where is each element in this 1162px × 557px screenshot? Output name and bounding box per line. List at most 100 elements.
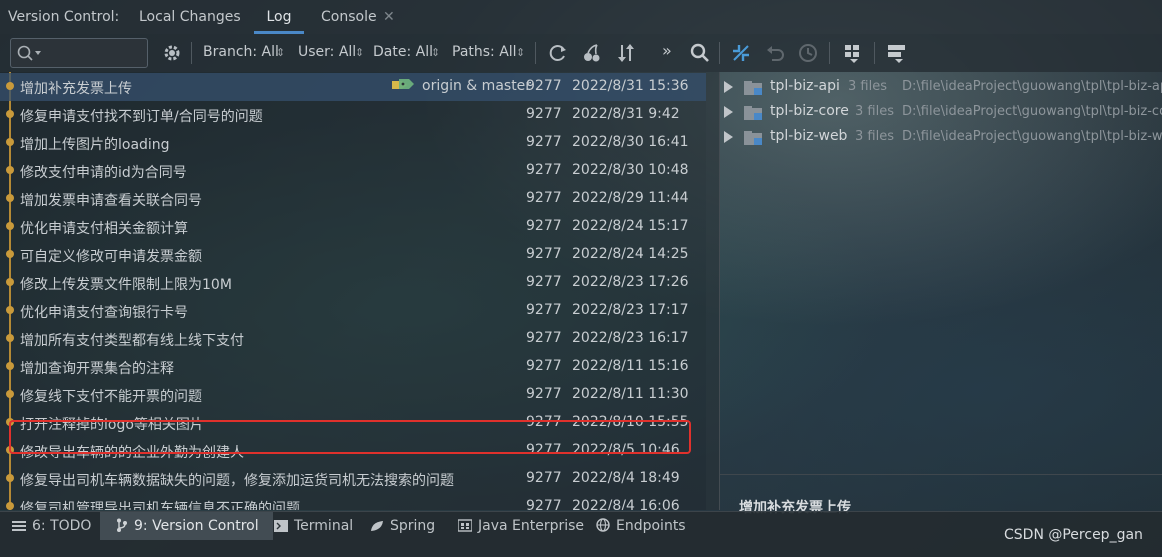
watermark-text: CSDN @Percep_gan — [1004, 527, 1143, 543]
module-path: D:\file\ideaProject\guowang\tpl\tpl-biz-… — [902, 104, 1162, 119]
todo-list-icon — [12, 521, 26, 531]
commit-log-list[interactable]: 增加补充发票上传 origin & master 9277 2022/8/31 … — [0, 72, 706, 510]
commit-subject: 修改支付申请的id为合同号 — [20, 165, 187, 181]
tree-item-module[interactable]: tpl-biz-core 3 files D:\file\ideaProject… — [720, 100, 1162, 125]
branch-refs-label: origin & master — [422, 78, 532, 94]
tree-item-module[interactable]: tpl-biz-web 3 files D:\file\ideaProject\… — [720, 125, 1162, 150]
commit-date: 2022/8/30 10:48 — [572, 162, 689, 178]
commit-row[interactable]: 修改上传发票文件限制上限为10M 9277 2022/8/23 17:26 — [0, 269, 706, 297]
commit-subject: 可自定义修改可申请发票金额 — [20, 249, 202, 265]
annotation-highlight-box — [9, 420, 691, 454]
commit-date: 2022/8/23 16:17 — [572, 330, 689, 346]
commit-graph-node — [6, 334, 14, 342]
commit-graph-node — [6, 138, 14, 146]
commit-graph-node — [6, 166, 14, 174]
commit-row[interactable]: 修复申请支付找不到订单/合同号的问题 9277 2022/8/31 9:42 — [0, 101, 706, 129]
details-separator[interactable] — [720, 474, 1162, 475]
module-path: D:\file\ideaProject\guowang\tpl\tpl-biz-… — [902, 129, 1162, 144]
refresh-icon[interactable] — [547, 42, 569, 64]
branch-filter[interactable]: Branch: All — [203, 44, 279, 60]
tool-window-bar: 6: TODO 9: Version Control Terminal Spri… — [0, 511, 1162, 557]
changed-files-tree[interactable]: tpl-biz-api 3 files D:\file\ideaProject\… — [720, 72, 1162, 472]
commit-graph-node — [6, 278, 14, 286]
commit-graph-node — [6, 390, 14, 398]
commit-date: 2022/8/31 9:42 — [572, 106, 680, 122]
commit-author: 9277 — [526, 470, 562, 486]
commit-row[interactable]: 优化申请支付相关金额计算 9277 2022/8/24 15:17 — [0, 213, 706, 241]
commit-date: 2022/8/29 11:44 — [572, 190, 689, 206]
terminal-tool-button[interactable]: Terminal — [274, 512, 353, 540]
search-icon — [17, 45, 41, 61]
tab-console[interactable]: Console — [321, 0, 377, 34]
module-folder-icon — [744, 106, 762, 120]
commit-graph-node — [6, 110, 14, 118]
commit-graph-node — [6, 502, 14, 510]
commit-row[interactable]: 增加补充发票上传 origin & master 9277 2022/8/31 … — [0, 73, 706, 101]
commit-row[interactable]: 增加发票申请查看关联合同号 9277 2022/8/29 11:44 — [0, 185, 706, 213]
commit-date: 2022/8/23 17:26 — [572, 274, 689, 290]
commit-row[interactable]: 优化申请支付查询银行卡号 9277 2022/8/23 17:17 — [0, 297, 706, 325]
chevron-up-down-icon: ⇕ — [431, 46, 441, 59]
commit-row[interactable]: 修复导出司机车辆数据缺失的问题，修复添加运货司机无法搜索的问题 9277 202… — [0, 465, 706, 493]
commit-subject: 增加发票申请查看关联合同号 — [20, 193, 202, 209]
chevron-up-down-icon: ⇕ — [355, 46, 365, 59]
paths-filter[interactable]: Paths: All — [452, 44, 517, 60]
tab-local-changes[interactable]: Local Changes — [139, 0, 241, 34]
commit-row[interactable]: 修复司机管理导出司机车辆信息不正确的问题 9277 2022/8/4 16:06 — [0, 493, 706, 510]
commit-row[interactable]: 增加上传图片的loading 9277 2022/8/30 16:41 — [0, 129, 706, 157]
file-count: 3 files — [855, 104, 894, 119]
module-folder-icon — [744, 81, 762, 95]
spring-tool-label: Spring — [390, 518, 436, 534]
search-input[interactable] — [10, 38, 148, 68]
expand-arrow-icon[interactable] — [724, 81, 733, 93]
commit-list-scrollbar[interactable] — [706, 72, 720, 510]
gear-icon[interactable] — [161, 42, 183, 64]
show-diff-icon[interactable] — [730, 42, 752, 64]
commit-graph-node — [6, 82, 14, 90]
commit-subject: 修复申请支付找不到订单/合同号的问题 — [20, 109, 263, 125]
commit-date: 2022/8/4 18:49 — [572, 470, 680, 486]
close-icon[interactable]: ✕ — [383, 9, 395, 25]
log-toolbar: Branch: All ⇕ User: All ⇕ Date: All ⇕ Pa… — [0, 34, 1162, 72]
date-filter[interactable]: Date: All — [373, 44, 433, 60]
commit-author: 9277 — [526, 190, 562, 206]
cherry-pick-icon[interactable] — [581, 42, 603, 64]
version-control-icon — [117, 518, 127, 532]
commit-author: 9277 — [526, 134, 562, 150]
history-icon — [799, 44, 817, 62]
tool-window-tab-bar: Version Control: Local Changes Log Conso… — [0, 0, 1162, 34]
commit-date: 2022/8/24 15:17 — [572, 218, 689, 234]
spring-leaf-icon — [371, 521, 383, 531]
commit-graph-node — [6, 222, 14, 230]
commit-row[interactable]: 增加查询开票集合的注释 9277 2022/8/11 15:16 — [0, 353, 706, 381]
commit-graph-node — [6, 362, 14, 370]
layout-icon[interactable] — [886, 42, 908, 64]
commit-row[interactable]: 增加所有支付类型都有线上线下支付 9277 2022/8/23 16:17 — [0, 325, 706, 353]
expand-arrow-icon[interactable] — [724, 131, 733, 143]
file-count: 3 files — [855, 129, 894, 144]
expand-arrow-icon[interactable] — [724, 106, 733, 118]
java-enterprise-tool-button[interactable]: Java Enterprise — [457, 512, 584, 540]
tab-log[interactable]: Log — [254, 0, 304, 34]
spring-tool-button[interactable]: Spring — [370, 512, 435, 540]
more-actions-button[interactable]: » — [662, 41, 672, 60]
commit-author: 9277 — [526, 162, 562, 178]
undo-icon — [767, 46, 784, 61]
commit-row[interactable]: 可自定义修改可申请发票金额 9277 2022/8/24 14:25 — [0, 241, 706, 269]
endpoints-tool-button[interactable]: Endpoints — [596, 512, 686, 540]
version-control-tool-button[interactable]: 9: Version Control — [100, 512, 273, 540]
sort-arrows-icon[interactable] — [615, 42, 637, 64]
commit-author: 9277 — [526, 106, 562, 122]
search-icon[interactable] — [689, 42, 711, 64]
user-filter[interactable]: User: All — [298, 44, 356, 60]
tree-item-module[interactable]: tpl-biz-api 3 files D:\file\ideaProject\… — [720, 75, 1162, 100]
commit-date: 2022/8/4 16:06 — [572, 498, 680, 510]
commit-date: 2022/8/11 11:30 — [572, 386, 689, 402]
commit-row[interactable]: 修复线下支付不能开票的问题 9277 2022/8/11 11:30 — [0, 381, 706, 409]
group-by-icon[interactable] — [842, 42, 864, 64]
commit-subject: 优化申请支付相关金额计算 — [20, 221, 188, 237]
commit-subject: 修改上传发票文件限制上限为10M — [20, 277, 232, 293]
todo-tool-button[interactable]: 6: TODO — [12, 512, 91, 540]
commit-author: 9277 — [526, 78, 562, 94]
commit-row[interactable]: 修改支付申请的id为合同号 9277 2022/8/30 10:48 — [0, 157, 706, 185]
